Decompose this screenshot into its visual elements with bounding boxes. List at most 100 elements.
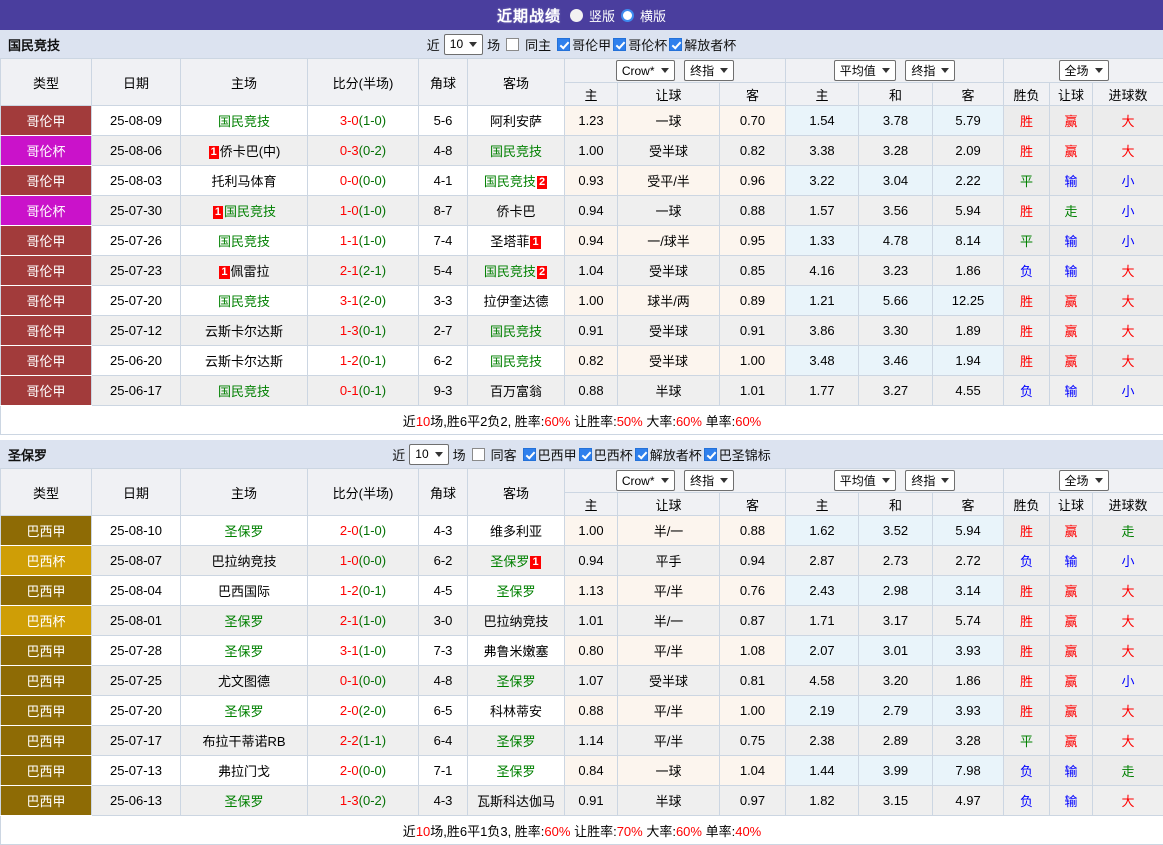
league-checkbox[interactable] bbox=[579, 448, 592, 461]
league-checkbox-label: 解放者杯 bbox=[684, 35, 736, 54]
avg-source-select[interactable]: 平均值 bbox=[834, 470, 896, 491]
sub-header-odds-home: 主 bbox=[565, 493, 618, 516]
summary-part: 大率: bbox=[643, 824, 676, 839]
league-checkbox[interactable] bbox=[669, 38, 682, 51]
team-name: 拉伊奎达德 bbox=[483, 294, 548, 309]
team-name: 百万富翁 bbox=[490, 384, 542, 399]
team-name: 圣保罗 bbox=[224, 794, 263, 809]
league-checkbox[interactable] bbox=[704, 448, 717, 461]
odds-value-1: 半球 bbox=[618, 376, 720, 406]
col-header-score: 比分(半场) bbox=[308, 59, 419, 106]
match-date: 25-08-03 bbox=[92, 166, 181, 196]
layout-radio-group: 竖版 横版 bbox=[570, 6, 666, 25]
red-card-badge: 1 bbox=[219, 266, 229, 279]
home-team: 圣保罗 bbox=[181, 786, 308, 816]
home-team: 圣保罗 bbox=[181, 696, 308, 726]
corner-score: 4-8 bbox=[419, 666, 468, 696]
period-select[interactable]: 全场 bbox=[1059, 470, 1109, 491]
odds-value-2: 1.01 bbox=[720, 376, 786, 406]
summary-part: 10 bbox=[416, 414, 430, 429]
red-card-badge: 1 bbox=[530, 556, 540, 569]
topbar: 近期战绩 竖版 横版 bbox=[0, 0, 1163, 30]
match-row: 哥伦甲25-06-20云斯卡尔达斯1-2(0-1)6-2国民竞技0.82受半球1… bbox=[1, 346, 1163, 376]
avg-odds-value-0: 1.54 bbox=[786, 106, 859, 136]
home-team: 弗拉门戈 bbox=[181, 756, 308, 786]
period-select[interactable]: 全场 bbox=[1059, 60, 1109, 81]
avg-odds-value-1: 4.78 bbox=[859, 226, 933, 256]
match-row: 哥伦甲25-07-26国民竞技1-1(1-0)7-4圣塔菲10.94一/球半0.… bbox=[1, 226, 1163, 256]
odds-source-select[interactable]: Crow* bbox=[616, 470, 675, 491]
away-team: 瓦斯科达伽马 bbox=[468, 786, 565, 816]
goals-result: 大 bbox=[1093, 106, 1163, 136]
odds-time-select[interactable]: 终指 bbox=[684, 60, 734, 81]
handicap-result: 赢 bbox=[1050, 726, 1093, 756]
chevron-down-icon bbox=[941, 478, 949, 483]
avg-odds-value-0: 1.21 bbox=[786, 286, 859, 316]
team-name: 圣保罗 bbox=[496, 764, 535, 779]
match-score: 0-1(0-1) bbox=[308, 376, 419, 406]
team-name: 国民竞技 bbox=[484, 264, 536, 279]
odds-value-1: 半球 bbox=[618, 786, 720, 816]
away-team: 弗鲁米嫩塞 bbox=[468, 636, 565, 666]
avg-odds-value-1: 3.56 bbox=[859, 196, 933, 226]
fulltime-score: 0-3 bbox=[340, 143, 359, 158]
home-team: 巴拉纳竞技 bbox=[181, 546, 308, 576]
odds-group-header: Crow* 终指 bbox=[565, 469, 786, 493]
avg-odds-value-0: 1.57 bbox=[786, 196, 859, 226]
league-checkbox-label: 哥伦甲 bbox=[572, 35, 611, 54]
team-name: 圣保罗 bbox=[224, 614, 263, 629]
same-venue-label: 同主 bbox=[525, 35, 551, 54]
team-name: 托利马体育 bbox=[211, 174, 276, 189]
red-card-badge: 1 bbox=[530, 236, 540, 249]
col-header-type: 类型 bbox=[1, 469, 92, 516]
halftime-score: (0-2) bbox=[359, 793, 386, 808]
avg-source-select[interactable]: 平均值 bbox=[834, 60, 896, 81]
radio-horizontal[interactable] bbox=[621, 9, 634, 22]
corner-score: 4-8 bbox=[419, 136, 468, 166]
home-team: 1国民竞技 bbox=[181, 196, 308, 226]
summary-part: 60% bbox=[544, 824, 570, 839]
halftime-score: (0-0) bbox=[359, 173, 386, 188]
avg-time-select[interactable]: 终指 bbox=[905, 60, 955, 81]
team-name: 云斯卡尔达斯 bbox=[205, 354, 283, 369]
radio-vertical[interactable] bbox=[570, 9, 583, 22]
section-team-name: 圣保罗 bbox=[8, 445, 47, 464]
summary-part: 60% bbox=[735, 414, 761, 429]
winloss-result: 胜 bbox=[1004, 576, 1050, 606]
odds-value-0: 0.80 bbox=[565, 636, 618, 666]
home-team: 尤文图德 bbox=[181, 666, 308, 696]
league-checkbox-label: 巴圣锦标 bbox=[719, 445, 771, 464]
odds-value-0: 1.07 bbox=[565, 666, 618, 696]
team-name: 圣保罗 bbox=[496, 734, 535, 749]
team-name: 国民竞技 bbox=[218, 234, 270, 249]
goals-result: 大 bbox=[1093, 636, 1163, 666]
league-checkbox[interactable] bbox=[523, 448, 536, 461]
league-checkbox[interactable] bbox=[613, 38, 626, 51]
odds-value-2: 0.87 bbox=[720, 606, 786, 636]
odds-value-2: 0.70 bbox=[720, 106, 786, 136]
league-checkbox[interactable] bbox=[557, 38, 570, 51]
same-venue-checkbox[interactable] bbox=[506, 38, 519, 51]
chevron-down-icon bbox=[435, 452, 443, 457]
team-name: 国民竞技 bbox=[224, 204, 276, 219]
same-venue-checkbox[interactable] bbox=[472, 448, 485, 461]
winloss-result: 胜 bbox=[1004, 606, 1050, 636]
odds-group-header: Crow* 终指 bbox=[565, 59, 786, 83]
goals-result: 大 bbox=[1093, 576, 1163, 606]
fulltime-score: 2-0 bbox=[340, 523, 359, 538]
match-count-select[interactable]: 10 bbox=[444, 34, 483, 55]
chevron-down-icon bbox=[661, 478, 669, 483]
odds-source-select[interactable]: Crow* bbox=[616, 60, 675, 81]
sub-header-odds-away: 客 bbox=[720, 83, 786, 106]
match-count-select[interactable]: 10 bbox=[409, 444, 448, 465]
avg-time-select[interactable]: 终指 bbox=[905, 470, 955, 491]
match-row: 巴西甲25-07-17布拉干蒂诺RB2-2(1-1)6-4圣保罗1.14平/半0… bbox=[1, 726, 1163, 756]
goals-result: 小 bbox=[1093, 226, 1163, 256]
halftime-score: (1-0) bbox=[359, 523, 386, 538]
fulltime-score: 2-2 bbox=[340, 733, 359, 748]
league-checkbox[interactable] bbox=[635, 448, 648, 461]
chevron-down-icon bbox=[882, 478, 890, 483]
avg-odds-value-1: 3.78 bbox=[859, 106, 933, 136]
col-header-home: 主场 bbox=[181, 469, 308, 516]
odds-time-select[interactable]: 终指 bbox=[684, 470, 734, 491]
